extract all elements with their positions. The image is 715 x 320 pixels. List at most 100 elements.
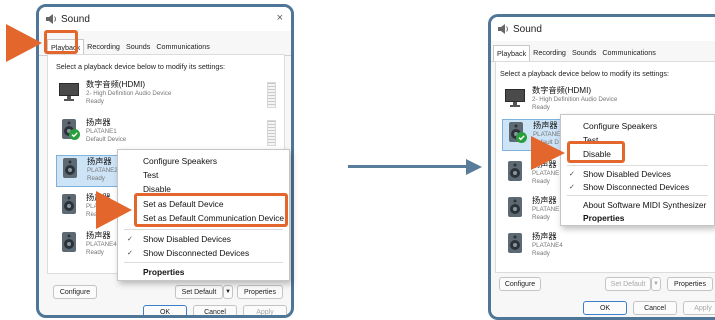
window-title: Sound xyxy=(61,13,90,25)
tab-communications[interactable]: Communications xyxy=(153,39,213,55)
set-default-button[interactable]: Set Default xyxy=(175,285,223,299)
device-driver: PLATANE4 xyxy=(86,241,117,248)
device-driver: PLATANE xyxy=(532,206,560,213)
device-name: 扬声器 xyxy=(532,196,557,205)
tab-communications[interactable]: Communications xyxy=(599,45,659,61)
menu-item-show-disconnected[interactable]: ✓ Show Disconnected Devices xyxy=(569,182,714,192)
menu-item-test[interactable]: Test xyxy=(143,170,289,180)
tab-sounds[interactable]: Sounds xyxy=(569,45,599,61)
speaker-icon xyxy=(62,232,76,252)
monitor-icon xyxy=(505,89,525,107)
menu-divider xyxy=(124,262,283,263)
level-meter xyxy=(267,82,276,108)
sound-icon xyxy=(46,14,56,24)
device-status: Ready xyxy=(87,175,105,182)
device-name: 数字音频(HDMI) xyxy=(532,86,592,95)
device-name: 扬声器 xyxy=(532,232,557,241)
menu-item-properties[interactable]: Properties xyxy=(583,213,714,223)
menu-item-configure-speakers[interactable]: Configure Speakers xyxy=(143,156,289,166)
menu-item-show-disabled[interactable]: ✓ Show Disabled Devices xyxy=(569,169,714,179)
tab-recording[interactable]: Recording xyxy=(84,39,123,55)
device-row[interactable]: 扬声器 PLATANE1 Default Device xyxy=(58,118,280,148)
check-icon: ✓ xyxy=(127,236,133,243)
device-name: 扬声器 xyxy=(86,231,111,240)
chevron-down-icon: ▼ xyxy=(225,289,231,295)
instruction-text: Select a playback device below to modify… xyxy=(56,62,225,71)
menu-item-label: Show Disabled Devices xyxy=(143,234,231,244)
device-status: Ready xyxy=(532,250,550,257)
menu-item-label: Show Disabled Devices xyxy=(583,169,671,179)
set-default-button[interactable]: Set Default xyxy=(605,277,651,291)
default-check-icon xyxy=(69,129,80,140)
default-check-icon xyxy=(516,132,527,143)
ok-button[interactable]: OK xyxy=(583,301,627,315)
sound-icon xyxy=(498,24,508,34)
set-default-dropdown[interactable]: ▼ xyxy=(223,285,233,299)
window-title: Sound xyxy=(513,23,542,35)
device-name: 扬声器 xyxy=(86,118,111,127)
device-driver: PLATANE1 xyxy=(86,128,117,135)
device-name: 数字音频(HDMI) xyxy=(86,80,146,89)
device-status: Default Device xyxy=(86,136,127,143)
apply-button[interactable]: Apply xyxy=(683,301,715,315)
context-menu-after: Configure Speakers Test Disable ✓ Show Di… xyxy=(560,114,715,226)
check-icon: ✓ xyxy=(569,171,575,178)
menu-item-properties[interactable]: Properties xyxy=(143,267,289,277)
tab-playback[interactable]: Playback xyxy=(493,45,531,61)
cancel-button[interactable]: Cancel xyxy=(633,301,677,315)
set-default-dropdown[interactable]: ▼ xyxy=(651,277,661,291)
configure-button[interactable]: Configure xyxy=(499,277,541,291)
speaker-icon xyxy=(505,121,527,143)
menu-item-label: Show Disconnected Devices xyxy=(143,248,250,258)
tab-recording[interactable]: Recording xyxy=(530,45,569,61)
menu-item-show-disabled[interactable]: ✓ Show Disabled Devices xyxy=(127,234,289,244)
menu-item-label: Show Disconnected Devices xyxy=(583,182,690,192)
device-row[interactable]: 数字音频(HDMI) 2- High Definition Audio Devic… xyxy=(504,86,715,116)
pointer-arrow xyxy=(531,136,565,170)
pointer-arrow xyxy=(96,191,132,229)
properties-button[interactable]: Properties xyxy=(237,285,283,299)
close-icon[interactable]: × xyxy=(277,12,283,24)
monitor-icon xyxy=(59,83,79,101)
check-icon: ✓ xyxy=(127,250,133,257)
apply-button[interactable]: Apply xyxy=(243,305,287,315)
title-bar: Sound xyxy=(491,17,715,41)
configure-button[interactable]: Configure xyxy=(53,285,97,299)
device-status: Ready xyxy=(86,249,104,256)
check-icon: ✓ xyxy=(569,184,575,191)
device-status: Ready xyxy=(532,104,550,111)
chevron-down-icon: ▼ xyxy=(653,281,659,287)
properties-button[interactable]: Properties xyxy=(667,277,713,291)
menu-item-about-midi[interactable]: About Software MIDI Synthesizer xyxy=(583,200,714,210)
tab-strip: Playback Recording Sounds Communications xyxy=(491,45,715,62)
device-name: 扬声器 xyxy=(87,157,112,166)
tab-sounds[interactable]: Sounds xyxy=(123,39,153,55)
speaker-icon xyxy=(508,233,522,253)
device-row[interactable]: 扬声器 PLATANE4 Ready xyxy=(504,232,715,262)
device-status: Ready xyxy=(86,98,104,105)
highlight-playback-tab xyxy=(44,30,78,54)
device-row[interactable]: 扬声器 PLATANE Ready xyxy=(504,196,568,226)
menu-divider xyxy=(567,195,708,196)
device-name: 扬声器 xyxy=(533,121,558,130)
instruction-text: Select a playback device below to modify… xyxy=(500,69,669,78)
speaker-icon xyxy=(63,158,77,178)
menu-item-configure-speakers[interactable]: Configure Speakers xyxy=(583,121,714,131)
speaker-icon xyxy=(508,161,522,181)
menu-divider xyxy=(124,229,283,230)
device-driver: PLATANE2 xyxy=(87,167,118,174)
menu-divider xyxy=(567,165,708,166)
highlight-set-default-options xyxy=(134,193,288,227)
transition-arrow-head xyxy=(466,159,482,175)
title-bar: Sound × xyxy=(39,7,291,31)
ok-button[interactable]: OK xyxy=(143,305,187,315)
device-status: Ready xyxy=(532,178,550,185)
speaker-icon xyxy=(58,118,80,140)
tutorial-canvas: Sound × Playback Recording Sounds Commun… xyxy=(0,0,715,320)
transition-arrow-line xyxy=(348,165,470,168)
cancel-button[interactable]: Cancel xyxy=(193,305,237,315)
menu-item-show-disconnected[interactable]: ✓ Show Disconnected Devices xyxy=(127,248,289,258)
device-row[interactable]: 数字音频(HDMI) 2- High Definition Audio Devic… xyxy=(58,80,280,110)
device-driver: PLATANE xyxy=(532,170,560,177)
pointer-arrow xyxy=(6,24,42,62)
